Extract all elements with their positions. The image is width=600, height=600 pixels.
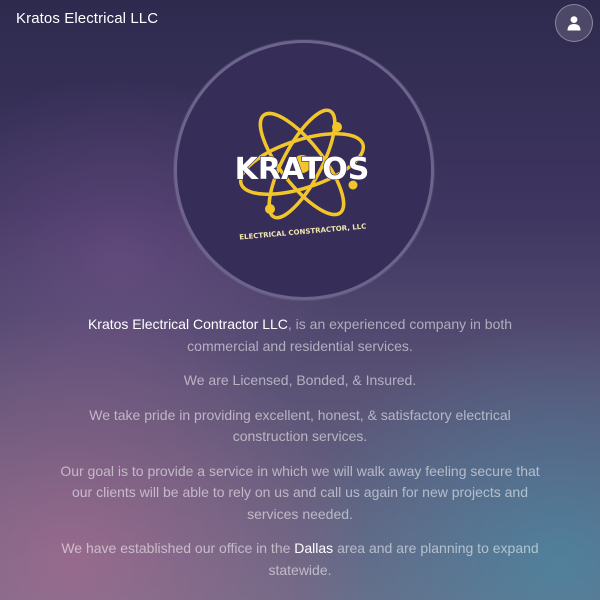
user-menu-button[interactable]: [555, 4, 593, 42]
logo-tagline: ELECTRICAL CONSTRACTOR, LLC: [239, 222, 367, 241]
company-logo: KRATOS ELECTRICAL CONSTRACTOR, LLC: [174, 40, 434, 300]
logo-wordmark: KRATOS: [235, 152, 370, 187]
about-section: Kratos Electrical Contractor LLC, is an …: [60, 314, 540, 594]
user-icon: [567, 16, 581, 31]
intro-paragraph: Kratos Electrical Contractor LLC, is an …: [60, 314, 540, 357]
office-paragraph: We have established our office in the Da…: [60, 538, 540, 581]
licensed-paragraph: We are Licensed, Bonded, & Insured.: [183, 372, 417, 388]
pride-paragraph: We take pride in providing excellent, ho…: [89, 406, 511, 445]
top-bar: Kratos Electrical LLC: [0, 0, 600, 44]
brand-link[interactable]: Kratos Electrical LLC: [16, 10, 158, 27]
company-name: Kratos Electrical Contractor LLC: [87, 316, 288, 332]
office-text-before: We have established our office in the: [61, 540, 295, 556]
city-name: Dallas: [294, 540, 334, 556]
goal-paragraph: Our goal is to provide a service in whic…: [60, 462, 540, 522]
atom-icon: KRATOS ELECTRICAL CONSTRACTOR, LLC: [234, 108, 370, 242]
